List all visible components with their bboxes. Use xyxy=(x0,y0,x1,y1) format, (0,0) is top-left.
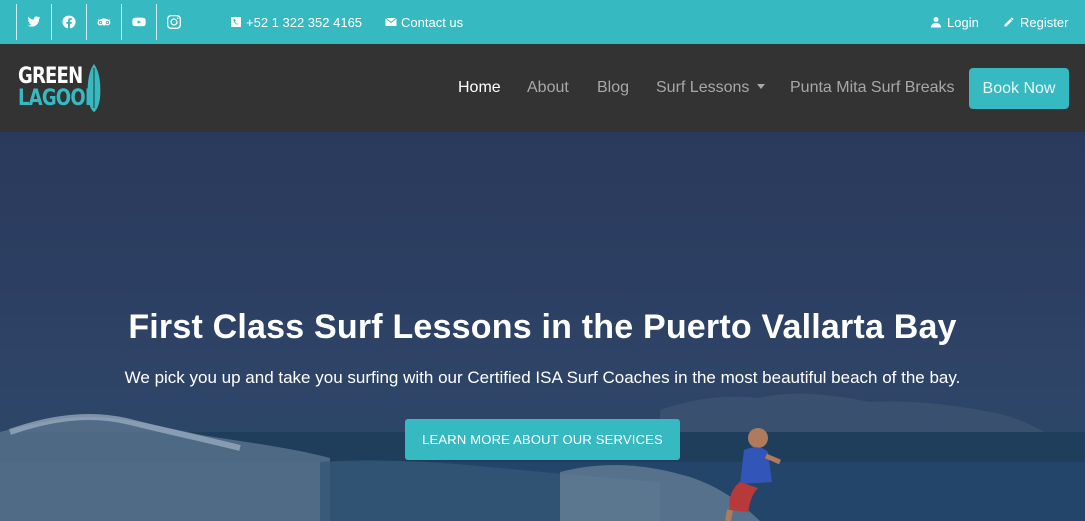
envelope-icon xyxy=(385,17,397,26)
instagram-icon xyxy=(167,15,181,29)
hero-section: First Class Surf Lessons in the Puerto V… xyxy=(0,132,1085,521)
nav-punta-mita[interactable]: Punta Mita Surf Breaks xyxy=(790,44,955,132)
nav-about[interactable]: About xyxy=(527,44,569,132)
user-icon xyxy=(931,17,941,28)
phone-link[interactable]: +52 1 322 352 4165 xyxy=(230,0,362,44)
brand-logo[interactable]: GREEN LAGOON xyxy=(18,64,108,114)
nav-punta-mita-label: Punta Mita Surf Breaks xyxy=(790,79,955,96)
register-label: Register xyxy=(1020,14,1069,30)
login-link[interactable]: Login xyxy=(930,0,979,44)
twitter-link[interactable] xyxy=(16,4,51,40)
phone-number: +52 1 322 352 4165 xyxy=(246,14,363,30)
facebook-link[interactable] xyxy=(51,4,86,40)
youtube-link[interactable] xyxy=(121,4,156,40)
hero-subtitle: We pick you up and take you surfing with… xyxy=(124,368,961,387)
nav-home-label: Home xyxy=(458,79,501,96)
phone-icon xyxy=(231,17,241,27)
nav-blog-label: Blog xyxy=(597,79,630,96)
nav-home[interactable]: Home xyxy=(458,44,501,132)
social-links xyxy=(16,4,191,40)
tripadvisor-icon xyxy=(97,18,111,27)
book-now-button[interactable]: Book Now xyxy=(969,68,1069,109)
main-navbar: GREEN LAGOON Home About Blog Surf Lesson… xyxy=(0,44,1085,132)
brand-line-1: GREEN xyxy=(18,64,83,89)
contact-link[interactable]: Contact us xyxy=(385,0,463,44)
caret-down-icon xyxy=(757,83,766,89)
login-label: Login xyxy=(947,14,979,30)
top-bar: +52 1 322 352 4165 Contact us Login Regi… xyxy=(0,0,1085,44)
nav-surf-lessons[interactable]: Surf Lessons xyxy=(656,44,766,132)
tripadvisor-link[interactable] xyxy=(86,4,121,40)
contact-label: Contact us xyxy=(401,14,464,30)
surfboard-icon xyxy=(87,64,101,112)
pencil-icon xyxy=(1004,17,1014,27)
hero-title: First Class Surf Lessons in the Puerto V… xyxy=(128,308,957,346)
learn-more-button[interactable]: LEARN MORE ABOUT OUR SERVICES xyxy=(405,419,680,460)
instagram-link[interactable] xyxy=(156,4,191,40)
twitter-icon xyxy=(27,16,41,27)
facebook-icon xyxy=(62,15,76,29)
register-link[interactable]: Register xyxy=(1003,0,1068,44)
nav-surf-lessons-label: Surf Lessons xyxy=(656,79,750,96)
nav-about-label: About xyxy=(527,79,569,96)
nav-blog[interactable]: Blog xyxy=(597,44,629,132)
youtube-icon xyxy=(132,17,146,27)
